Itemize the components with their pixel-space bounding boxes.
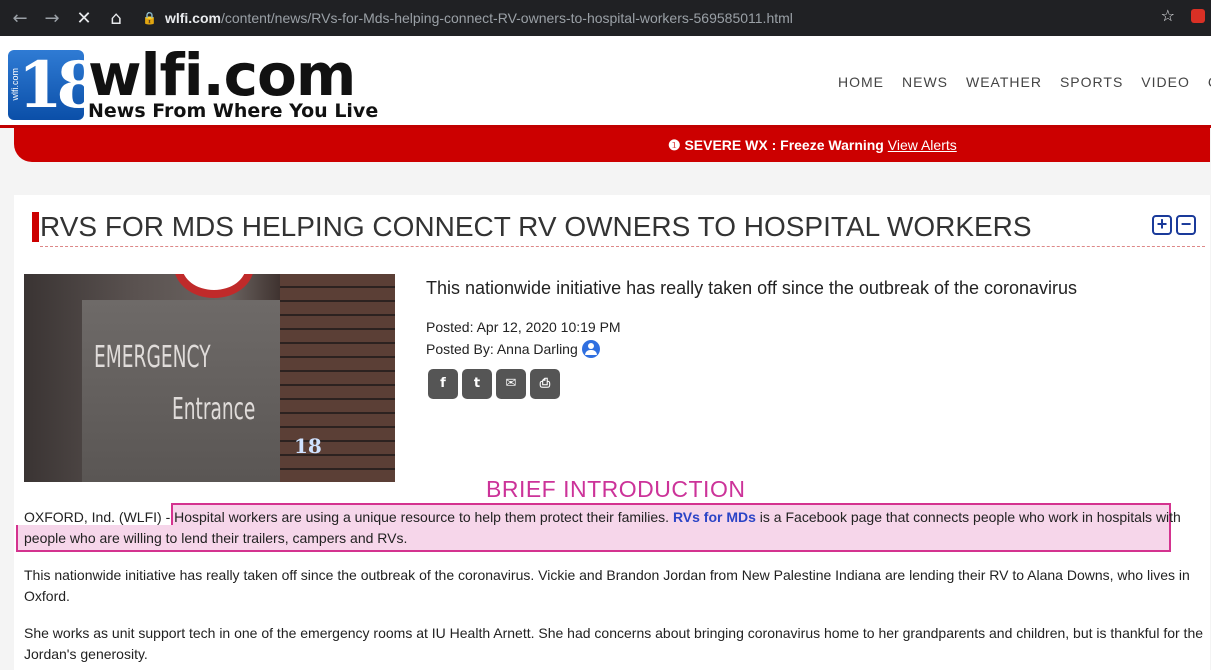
image-sign-emergency: EMERGENCY <box>94 340 211 375</box>
main-nav: HOME NEWS WEATHER SPORTS VIDEO CO <box>838 74 1211 90</box>
posted-date: Posted: Apr 12, 2020 10:19 PM <box>426 319 621 335</box>
nav-item-news[interactable]: NEWS <box>902 74 948 90</box>
article-paragraph-1: OXFORD, Ind. (WLFI) - Hospital workers a… <box>24 507 1204 549</box>
author-profile-icon[interactable] <box>581 340 600 358</box>
headline-divider <box>40 246 1205 247</box>
address-bar[interactable]: 🔒 wlfi.com/content/news/RVs-for-Mds-help… <box>142 5 1182 31</box>
brief-introduction-annotation: BRIEF INTRODUCTION <box>486 476 746 502</box>
forward-arrow-icon[interactable]: → <box>40 8 64 29</box>
facebook-share-icon[interactable]: f <box>428 369 458 399</box>
url-path: /content/news/RVs-for-Mds-helping-connec… <box>220 10 793 26</box>
station-logo[interactable]: wlfi.com 18 <box>8 48 101 123</box>
share-buttons: f t ✉ ⎙ <box>428 369 560 399</box>
nav-item-sports[interactable]: SPORTS <box>1060 74 1123 90</box>
sign-panel <box>82 300 282 482</box>
lock-icon: 🔒 <box>142 11 157 25</box>
headline-accent <box>32 212 39 242</box>
back-arrow-icon[interactable]: ← <box>8 8 32 29</box>
site-header: wlfi.com 18 wlfi.com News From Where You… <box>0 36 1211 128</box>
weather-alert-bar: ❶ SEVERE WX : Freeze Warning View Alerts <box>14 128 1210 162</box>
article-summary: This nationwide initiative has really ta… <box>426 278 1078 298</box>
nav-item-weather[interactable]: WEATHER <box>966 74 1042 90</box>
site-tagline: News From Where You Live <box>88 100 379 122</box>
nav-item-video[interactable]: VIDEO <box>1141 74 1190 90</box>
twitter-share-icon[interactable]: t <box>462 369 492 399</box>
article-card: RVS FOR MDS HELPING CONNECT RV OWNERS TO… <box>14 195 1210 670</box>
email-share-icon[interactable]: ✉ <box>496 369 526 399</box>
zoom-in-button[interactable]: + <box>1152 215 1172 235</box>
logo-number: 18 <box>18 48 101 123</box>
sign-red-circle <box>174 274 254 298</box>
print-icon[interactable]: ⎙ <box>530 369 560 399</box>
article-headline: RVS FOR MDS HELPING CONNECT RV OWNERS TO… <box>40 211 1032 242</box>
image-sign-entrance: Entrance <box>172 392 256 427</box>
site-wordmark[interactable]: wlfi.com <box>88 46 356 104</box>
alert-content: ❶ SEVERE WX : Freeze Warning View Alerts <box>668 137 957 154</box>
author-name: Posted By: Anna Darling <box>426 341 578 357</box>
posted-by: Posted By: Anna Darling <box>426 340 600 358</box>
home-icon[interactable]: ⌂ <box>104 8 128 29</box>
dateline: OXFORD, Ind. (WLFI) - <box>24 509 175 525</box>
zoom-out-button[interactable]: − <box>1176 215 1196 235</box>
p1-text-a: Hospital workers are using a unique reso… <box>174 509 673 525</box>
article-paragraph-2: This nationwide initiative has really ta… <box>24 567 1190 604</box>
view-alerts-link[interactable]: View Alerts <box>888 137 957 153</box>
bookmark-star-icon[interactable]: ☆ <box>1161 6 1175 25</box>
rvs-for-mds-link[interactable]: RVs for MDs <box>673 509 756 525</box>
nav-item-home[interactable]: HOME <box>838 74 884 90</box>
extension-icon[interactable] <box>1191 9 1205 23</box>
image-watermark: 18 <box>294 434 322 458</box>
article-image[interactable]: EMERGENCY Entrance 18 <box>24 274 395 482</box>
alert-text: SEVERE WX : Freeze Warning <box>684 137 884 153</box>
browser-toolbar: ← → ✕ ⌂ 🔒 wlfi.com/content/news/RVs-for-… <box>0 0 1211 36</box>
article-paragraph-3: She works as unit support tech in one of… <box>24 625 1204 662</box>
url-host: wlfi.com <box>164 10 221 26</box>
alert-icon: ❶ <box>668 137 681 153</box>
stop-icon[interactable]: ✕ <box>72 8 96 29</box>
